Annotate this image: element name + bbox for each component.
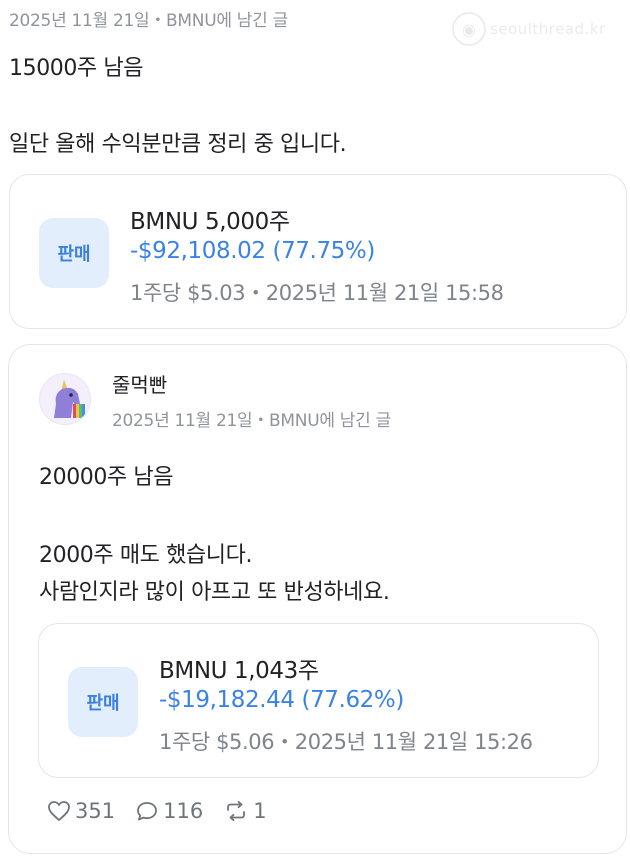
trade-title: BMNU 1,043주: [159, 658, 319, 684]
watermark-text: seoulthread.kr: [490, 20, 606, 38]
watermark: ◉ seoulthread.kr: [452, 12, 606, 46]
post-text-line: 일단 올해 수익분만큼 정리 중 입니다.: [9, 132, 347, 157]
comment-button[interactable]: 116: [135, 799, 203, 823]
trade-card[interactable]: 판매 BMNU 1,043주 -$19,182.44 (77.62%) 1주당 …: [38, 623, 599, 778]
watermark-logo-icon: ◉: [452, 12, 486, 46]
post-meta: 2025년 11월 21일・BMNU에 남긴 글: [9, 11, 288, 31]
repost-icon: [227, 800, 246, 822]
unicorn-avatar-icon: [40, 374, 90, 424]
author-name[interactable]: 줄먹빤: [112, 369, 167, 398]
trade-detail: 1주당 $5.06・2025년 11월 21일 15:26: [159, 730, 533, 754]
heart-icon: [48, 801, 70, 821]
trade-detail: 1주당 $5.03・2025년 11월 21일 15:58: [130, 281, 504, 305]
trade-title: BMNU 5,000주: [130, 209, 290, 235]
quoted-text-line: 사람인지라 많이 아프고 또 반성하네요.: [39, 580, 390, 605]
repost-button[interactable]: 1: [223, 799, 267, 823]
quoted-post-meta: 2025년 11월 21일・BMNU에 남긴 글: [112, 411, 391, 431]
comment-icon: [137, 802, 157, 821]
quoted-text-line: 2000주 매도 했습니다.: [39, 543, 253, 568]
quoted-text-line: 20000주 남음: [39, 465, 174, 490]
trade-pnl: -$19,182.44 (77.62%): [159, 687, 404, 713]
avatar[interactable]: [39, 373, 91, 425]
like-button[interactable]: 351: [47, 799, 115, 823]
sell-badge: 판매: [39, 218, 109, 288]
comment-count: 116: [163, 799, 204, 823]
quoted-post[interactable]: 줄먹빤 2025년 11월 21일・BMNU에 남긴 글 20000주 남음 2…: [8, 344, 627, 854]
repost-count: 1: [253, 799, 267, 823]
trade-card[interactable]: 판매 BMNU 5,000주 -$92,108.02 (77.75%) 1주당 …: [9, 174, 627, 329]
post-text-line: 15000주 남음: [9, 56, 144, 81]
action-bar: 351 116 1: [47, 799, 287, 823]
trade-pnl: -$92,108.02 (77.75%): [130, 238, 375, 264]
like-count: 351: [75, 799, 116, 823]
sell-badge: 판매: [68, 667, 138, 737]
